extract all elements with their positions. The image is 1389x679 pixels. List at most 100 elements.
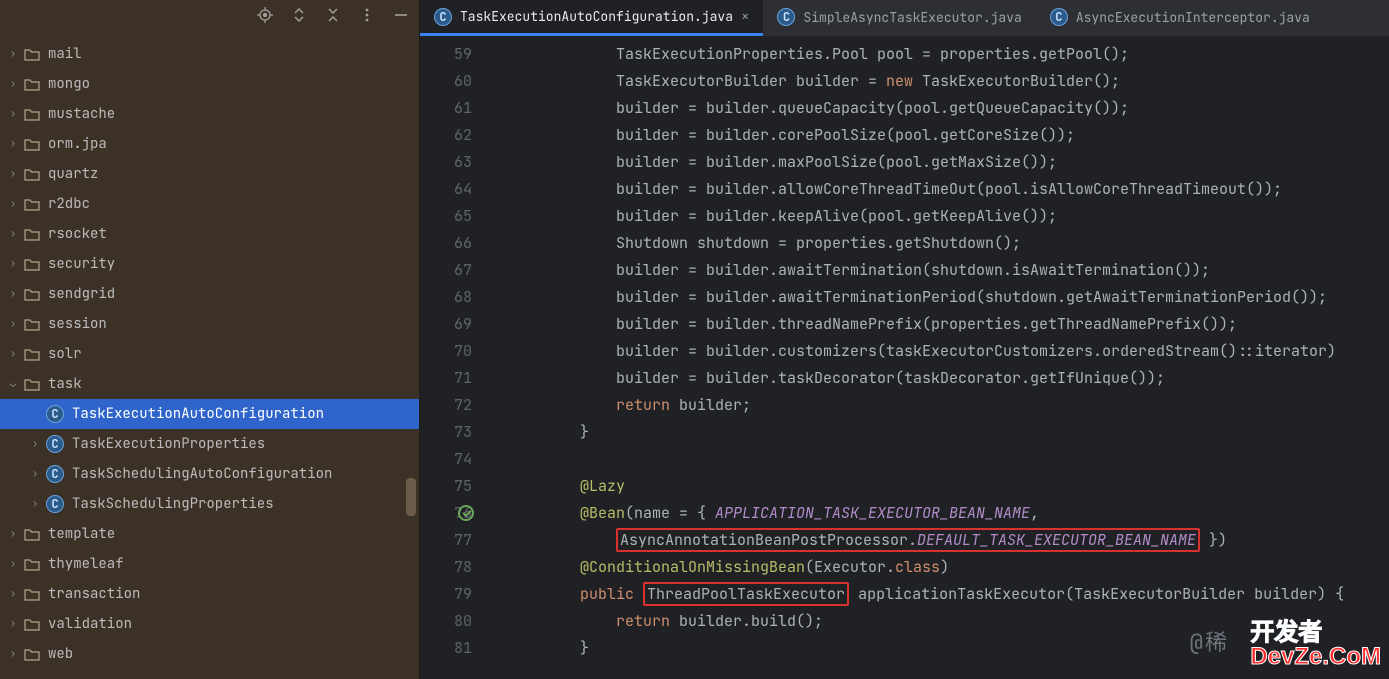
code-line[interactable]: Shutdown shutdown = properties.getShutdo… bbox=[508, 230, 1389, 257]
folder-sendgrid[interactable]: ›sendgrid bbox=[0, 279, 419, 309]
code-line[interactable]: @ConditionalOnMissingBean(Executor.class… bbox=[508, 554, 1389, 581]
class-TaskExecutionProperties[interactable]: ›CTaskExecutionProperties bbox=[0, 429, 419, 459]
line-number: 71 bbox=[420, 365, 472, 392]
chevron-right-icon: › bbox=[6, 647, 20, 661]
chevron-right-icon: › bbox=[6, 557, 20, 571]
chevron-right-icon: › bbox=[6, 587, 20, 601]
code-line[interactable]: builder = builder.allowCoreThreadTimeOut… bbox=[508, 176, 1389, 203]
line-number: 62 bbox=[420, 122, 472, 149]
tab-AsyncExecutionInterceptor[interactable]: CAsyncExecutionInterceptor.java bbox=[1036, 0, 1324, 36]
chevron-right-icon: › bbox=[6, 617, 20, 631]
code-content[interactable]: TaskExecutionProperties.Pool pool = prop… bbox=[490, 36, 1389, 679]
class-TaskSchedulingProperties[interactable]: ›CTaskSchedulingProperties bbox=[0, 489, 419, 519]
code-line[interactable]: builder = builder.threadNamePrefix(prope… bbox=[508, 311, 1389, 338]
folder-transaction[interactable]: › transaction bbox=[0, 579, 419, 609]
line-number: 79 bbox=[420, 581, 472, 608]
folder-icon bbox=[24, 647, 40, 661]
expand-icon[interactable] bbox=[291, 7, 307, 28]
class-icon: C bbox=[434, 8, 452, 26]
chevron-right-icon: › bbox=[6, 227, 20, 241]
folder-security[interactable]: ›security bbox=[0, 249, 419, 279]
chevron-right-icon: › bbox=[6, 257, 20, 271]
project-tree[interactable]: ›mail›mongo›mustache›orm.jpa›quartz›r2db… bbox=[0, 35, 419, 679]
code-line[interactable]: builder = builder.corePoolSize(pool.getC… bbox=[508, 122, 1389, 149]
code-line[interactable]: builder = builder.awaitTermination(shutd… bbox=[508, 257, 1389, 284]
tab-TaskExecutionAutoConfiguration[interactable]: C TaskExecutionAutoConfiguration.java × bbox=[420, 0, 763, 36]
chevron-right-icon: › bbox=[6, 527, 20, 541]
code-line[interactable]: return builder; bbox=[508, 392, 1389, 419]
folder-label: r2dbc bbox=[48, 195, 90, 213]
folder-icon bbox=[24, 107, 40, 121]
folder-solr[interactable]: ›solr bbox=[0, 339, 419, 369]
code-line[interactable]: builder = builder.taskDecorator(taskDeco… bbox=[508, 365, 1389, 392]
sidebar-scrollbar-thumb[interactable] bbox=[406, 478, 416, 516]
class-icon: C bbox=[1050, 8, 1068, 26]
locate-icon[interactable] bbox=[257, 7, 273, 28]
code-line[interactable]: } bbox=[508, 419, 1389, 446]
folder-mongo[interactable]: ›mongo bbox=[0, 69, 419, 99]
code-line[interactable]: builder = builder.queueCapacity(pool.get… bbox=[508, 95, 1389, 122]
line-number: 70 bbox=[420, 338, 472, 365]
code-line[interactable]: builder = builder.awaitTerminationPeriod… bbox=[508, 284, 1389, 311]
chevron-right-icon: › bbox=[6, 47, 20, 61]
folder-r2dbc[interactable]: ›r2dbc bbox=[0, 189, 419, 219]
code-line[interactable]: builder = builder.maxPoolSize(pool.getMa… bbox=[508, 149, 1389, 176]
folder-label: rsocket bbox=[48, 225, 107, 243]
folder-icon bbox=[24, 527, 40, 541]
folder-task[interactable]: ⌄task bbox=[0, 369, 419, 399]
folder-label: transaction bbox=[48, 585, 140, 603]
class-icon: C bbox=[46, 435, 64, 453]
chevron-right-icon: › bbox=[6, 287, 20, 301]
code-line[interactable]: public ThreadPoolTaskExecutor applicatio… bbox=[508, 581, 1389, 608]
folder-label: validation bbox=[48, 615, 132, 633]
code-line[interactable]: TaskExecutionProperties.Pool pool = prop… bbox=[508, 41, 1389, 68]
folder-template[interactable]: ›template bbox=[0, 519, 419, 549]
line-gutter: 5960616263646566676869707172737475767778… bbox=[420, 36, 490, 679]
tab-SimpleAsyncTaskExecutor[interactable]: CSimpleAsyncTaskExecutor.java bbox=[763, 0, 1035, 36]
collapse-icon[interactable] bbox=[325, 7, 341, 28]
gutter-marker-icon[interactable] bbox=[458, 505, 474, 521]
folder-session[interactable]: ›session bbox=[0, 309, 419, 339]
folder-icon bbox=[24, 167, 40, 181]
folder-mustache[interactable]: ›mustache bbox=[0, 99, 419, 129]
folder-thymeleaf[interactable]: ›thymeleaf bbox=[0, 549, 419, 579]
code-line[interactable]: builder = builder.keepAlive(pool.getKeep… bbox=[508, 203, 1389, 230]
folder-rsocket[interactable]: › rsocket bbox=[0, 219, 419, 249]
code-line[interactable]: AsyncAnnotationBeanPostProcessor.DEFAULT… bbox=[508, 527, 1389, 554]
class-label: TaskExecutionAutoConfiguration bbox=[72, 405, 324, 423]
code-line[interactable] bbox=[508, 446, 1389, 473]
close-icon[interactable]: × bbox=[741, 8, 749, 26]
more-icon[interactable] bbox=[359, 7, 375, 28]
code-line[interactable]: TaskExecutorBuilder builder = new TaskEx… bbox=[508, 68, 1389, 95]
code-line[interactable]: builder = builder.customizers(taskExecut… bbox=[508, 338, 1389, 365]
chevron-right-icon: › bbox=[6, 167, 20, 181]
chevron-right-icon: › bbox=[6, 107, 20, 121]
folder-icon bbox=[24, 587, 40, 601]
minimize-icon[interactable] bbox=[393, 7, 409, 28]
folder-label: quartz bbox=[48, 165, 98, 183]
class-TaskExecutionAutoConfiguration[interactable]: CTaskExecutionAutoConfiguration bbox=[0, 399, 419, 429]
folder-icon bbox=[24, 197, 40, 211]
folder-mail[interactable]: ›mail bbox=[0, 39, 419, 69]
folder-web[interactable]: › web bbox=[0, 639, 419, 669]
watermark-cn: @稀 bbox=[1190, 625, 1229, 657]
line-number: 75 bbox=[420, 473, 472, 500]
folder-icon bbox=[24, 257, 40, 271]
class-label: TaskSchedulingProperties bbox=[72, 495, 274, 513]
chevron-down-icon: ⌄ bbox=[6, 377, 20, 391]
chevron-right-icon: › bbox=[28, 467, 42, 481]
class-TaskSchedulingAutoConfiguration[interactable]: ›CTaskSchedulingAutoConfiguration bbox=[0, 459, 419, 489]
folder-label: web bbox=[48, 645, 73, 663]
folder-icon bbox=[24, 47, 40, 61]
editor-tabs: C TaskExecutionAutoConfiguration.java × CSi… bbox=[420, 0, 1389, 36]
line-number: 66 bbox=[420, 230, 472, 257]
line-number: 73 bbox=[420, 419, 472, 446]
folder-quartz[interactable]: › quartz bbox=[0, 159, 419, 189]
tab-label: TaskExecutionAutoConfiguration.java bbox=[460, 8, 733, 25]
folder-validation[interactable]: › validation bbox=[0, 609, 419, 639]
class-icon: C bbox=[46, 495, 64, 513]
folder-orm-jpa[interactable]: ›orm.jpa bbox=[0, 129, 419, 159]
code-line[interactable]: @Lazy bbox=[508, 473, 1389, 500]
app-root: ›mail›mongo›mustache›orm.jpa›quartz›r2db… bbox=[0, 0, 1389, 679]
code-line[interactable]: @Bean(name = { APPLICATION_TASK_EXECUTOR… bbox=[508, 500, 1389, 527]
